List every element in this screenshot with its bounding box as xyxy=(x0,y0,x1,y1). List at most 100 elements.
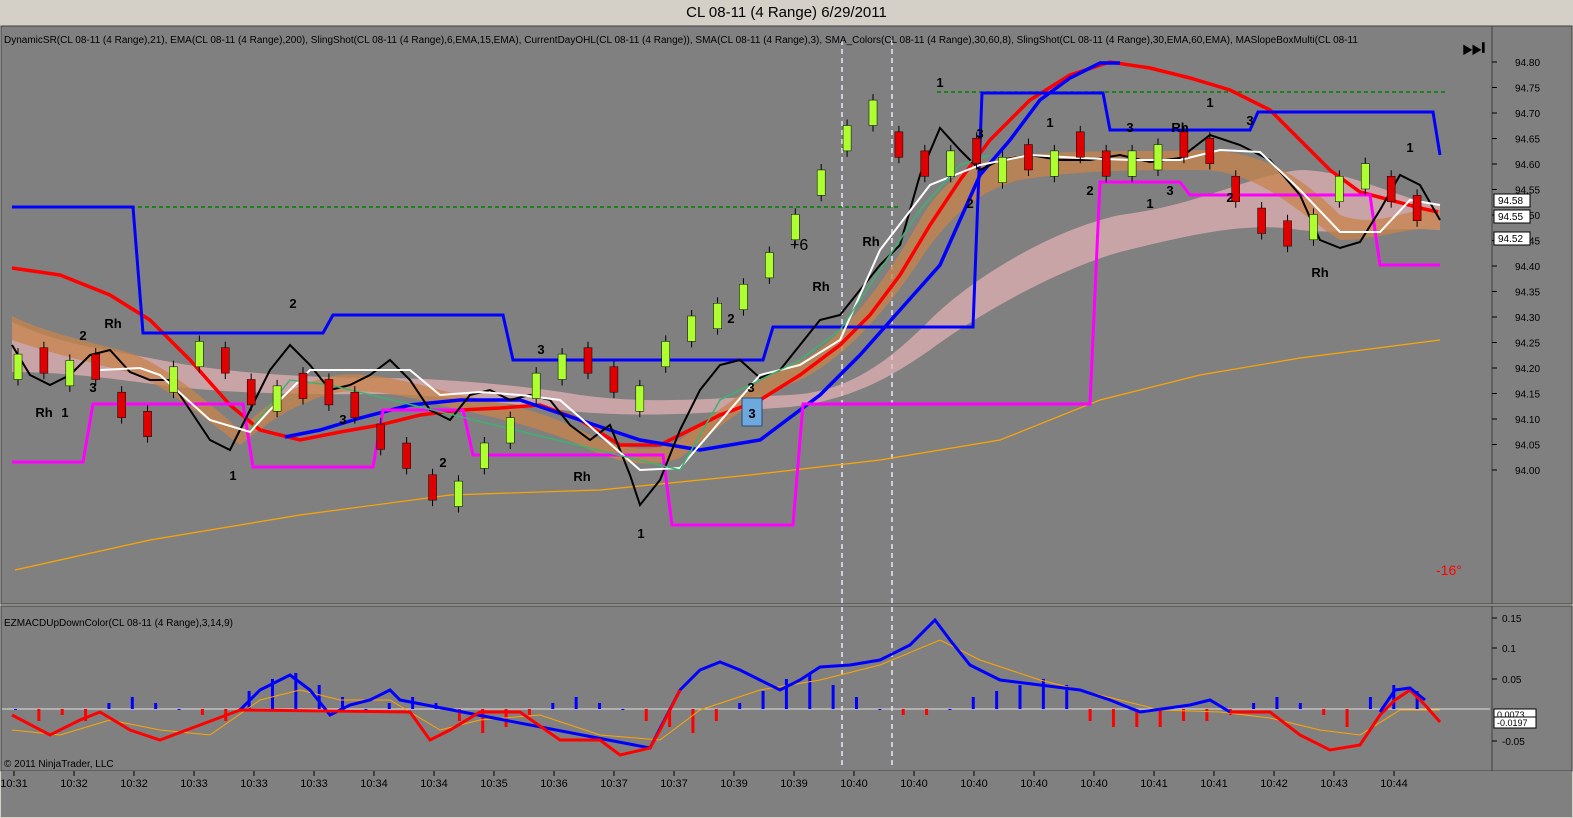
candle-body xyxy=(350,391,360,418)
candle-body xyxy=(661,341,670,368)
swing-label: Rh xyxy=(862,234,879,249)
macd-bar xyxy=(37,709,41,721)
time-tick-label: 10:41 xyxy=(1140,778,1168,790)
swing-label: 1 xyxy=(229,468,236,483)
candle-body xyxy=(1076,131,1085,158)
price-tick-label: 94.40 xyxy=(1515,262,1540,273)
candle-body xyxy=(531,372,541,399)
macd-bar xyxy=(1088,709,1092,721)
macd-bar xyxy=(60,709,64,715)
price-marker-1: 94.58 xyxy=(1493,193,1531,208)
macd-marker-2: -0.0197 xyxy=(1493,716,1537,729)
candle-body xyxy=(246,379,256,406)
play-icon[interactable]: ⏭ xyxy=(1462,32,1485,62)
time-tick-label: 10:36 xyxy=(540,778,568,790)
macd-bar xyxy=(317,685,321,709)
price-tick-label: 94.25 xyxy=(1515,339,1540,350)
price-tick-label: 94.75 xyxy=(1515,84,1540,95)
svg-text:94.55: 94.55 xyxy=(1498,212,1523,223)
macd-bar xyxy=(574,697,578,709)
candle-body xyxy=(117,391,126,418)
macd-tick-label: 0.05 xyxy=(1502,675,1522,686)
candle-body xyxy=(791,214,800,241)
candle-body xyxy=(1127,150,1137,177)
candle-body xyxy=(39,347,49,374)
candle-body xyxy=(998,157,1007,183)
candle-body xyxy=(428,474,437,501)
time-tick-label: 10:44 xyxy=(1380,778,1408,790)
swing-label: 3 xyxy=(747,380,754,395)
candle-body xyxy=(739,284,748,310)
candle-body xyxy=(221,347,230,374)
swing-label: 3 xyxy=(339,412,346,427)
swing-label: Rh xyxy=(812,279,829,294)
swing-label: 1 xyxy=(1146,196,1153,211)
swing-label: 3 xyxy=(89,380,96,395)
macd-panel[interactable] xyxy=(0,605,1493,772)
swing-label: 2 xyxy=(289,296,296,311)
macd-bar xyxy=(784,679,788,709)
macd-bar xyxy=(1298,703,1302,709)
macd-bar xyxy=(551,703,555,709)
macd-bar xyxy=(1275,697,1279,709)
candle-body xyxy=(506,417,515,444)
candle-body xyxy=(13,353,23,380)
candle-body xyxy=(842,125,852,152)
swing-label: 3 xyxy=(537,342,544,357)
candle-body xyxy=(765,252,774,279)
macd-bar xyxy=(387,703,391,709)
time-tick-label: 10:40 xyxy=(1020,778,1048,790)
macd-bar xyxy=(598,703,602,709)
macd-bar xyxy=(1345,709,1349,727)
swing-label: 2 xyxy=(1086,183,1093,198)
macd-bar xyxy=(738,703,742,709)
price-tick-label: 94.70 xyxy=(1515,109,1540,120)
candle-body xyxy=(1412,195,1422,222)
time-tick-label: 10:37 xyxy=(660,778,688,790)
swing-label: 1 xyxy=(1406,140,1413,155)
swing-label: 1 xyxy=(61,405,68,420)
time-tick-label: 10:35 xyxy=(480,778,508,790)
candle-body xyxy=(272,385,282,412)
macd-legend: EZMACDUpDownColor(CL 08-11 (4 Range),3,1… xyxy=(4,618,233,629)
candle-body xyxy=(1309,214,1318,241)
time-tick-label: 10:40 xyxy=(840,778,868,790)
time-tick-label: 10:31 xyxy=(0,778,28,790)
swing-label: Rh xyxy=(1171,120,1188,135)
time-tick-label: 10:37 xyxy=(600,778,628,790)
candle-body xyxy=(1179,131,1189,158)
swing-label: 3 xyxy=(1246,113,1253,128)
candle-body xyxy=(635,385,645,412)
candle-body xyxy=(687,315,696,342)
time-tick-label: 10:40 xyxy=(1080,778,1108,790)
price-marker-3: 94.52 xyxy=(1493,231,1531,246)
swing-label: Rh xyxy=(35,405,52,420)
time-tick-label: 10:32 xyxy=(120,778,148,790)
macd-bar xyxy=(154,703,158,709)
candle-body xyxy=(1153,144,1163,171)
swing-label: 2 xyxy=(727,311,734,326)
macd-bar xyxy=(107,703,111,709)
candle-body xyxy=(454,480,463,507)
candle-body xyxy=(946,150,955,177)
time-tick-label: 10:32 xyxy=(60,778,88,790)
macd-bar xyxy=(1322,709,1326,715)
candle-body xyxy=(816,169,826,196)
price-tick-label: 94.30 xyxy=(1515,313,1540,324)
macd-bar xyxy=(1205,709,1209,721)
macd-bar xyxy=(714,709,718,721)
macd-bar xyxy=(621,709,625,710)
macd-bar xyxy=(948,709,952,710)
candle-body xyxy=(557,353,567,380)
candle-body xyxy=(1205,137,1215,164)
swing-label: 1 xyxy=(1206,95,1213,110)
price-tick-label: 94.60 xyxy=(1515,160,1540,171)
macd-bar xyxy=(901,709,905,715)
slope-label: -16° xyxy=(1436,562,1462,578)
macd-bar xyxy=(1111,709,1115,727)
swing-label: Rh xyxy=(573,469,590,484)
swing-label: 1 xyxy=(936,75,943,90)
price-tick-label: 94.15 xyxy=(1515,390,1540,401)
swing-label: 3 xyxy=(1166,183,1173,198)
time-tick-label: 10:39 xyxy=(720,778,748,790)
